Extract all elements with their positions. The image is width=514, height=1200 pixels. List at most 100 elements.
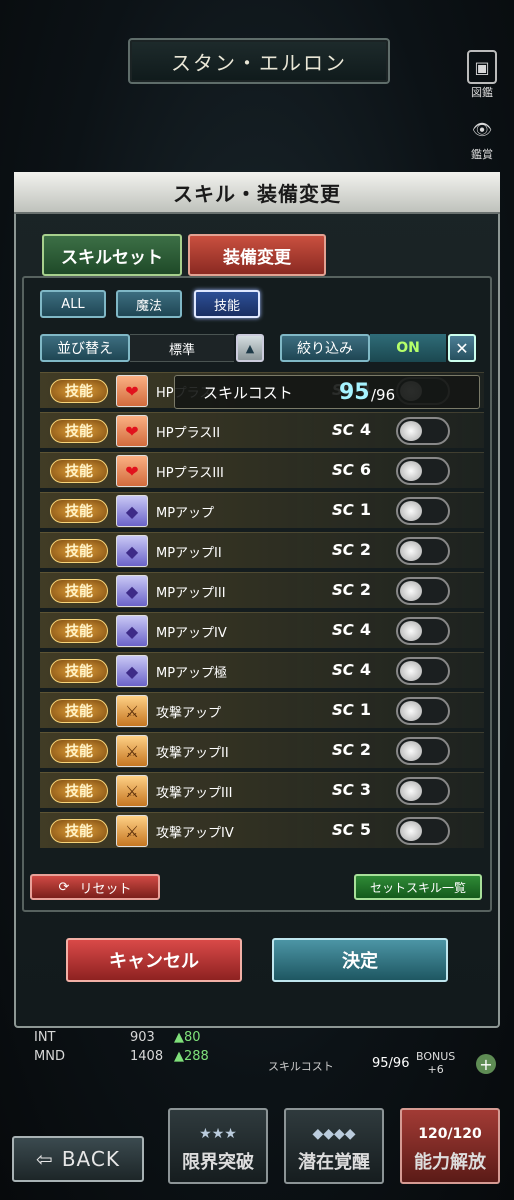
skill-name: 攻撃アップIII	[156, 786, 233, 801]
sc-label: SC	[332, 741, 354, 759]
toggle-knob	[400, 541, 422, 561]
noryoku-button[interactable]: 120/120 能力解放	[400, 1108, 500, 1184]
skill-name: HPプラスIII	[156, 466, 224, 481]
back-label: BACK	[61, 1147, 120, 1171]
skill-toggle[interactable]	[396, 537, 450, 565]
hp-skill-icon: ❤	[116, 415, 148, 447]
skill-row[interactable]: 技能 ⚔ 攻撃アップ SC 1	[40, 692, 484, 728]
skill-row[interactable]: 技能 ◆ MPアップIII SC 2	[40, 572, 484, 608]
skill-type-badge: 技能	[50, 819, 108, 843]
skill-name: HPプラスII	[156, 426, 221, 441]
reset-label: リセット	[79, 881, 132, 897]
tab-skillset[interactable]: スキルセット	[42, 234, 182, 276]
zukan-button[interactable]: ▣ 図鑑	[462, 50, 502, 100]
skill-cost: SC 2	[332, 540, 371, 559]
skill-cost: SC 6	[332, 460, 371, 479]
stars-icon: ★★★	[199, 1126, 237, 1142]
skill-row[interactable]: 技能 ◆ MPアップ極 SC 4	[40, 652, 484, 688]
skill-type-badge: 技能	[50, 379, 108, 403]
skill-cost: SC 4	[332, 620, 371, 639]
skill-row[interactable]: 技能 ⚔ 攻撃アップIII SC 3	[40, 772, 484, 808]
sort-value: 標準	[130, 334, 234, 362]
set-skill-list-button[interactable]: セットスキル一覧	[354, 874, 482, 900]
skill-cost-number: 2	[359, 540, 371, 559]
gems-icon: ◆◆◆◆	[312, 1126, 356, 1142]
filter-skill-button[interactable]: 技能	[194, 290, 260, 318]
skill-toggle[interactable]	[396, 457, 450, 485]
skill-type-badge: 技能	[50, 659, 108, 683]
skill-toggle[interactable]	[396, 577, 450, 605]
sc-label: SC	[332, 461, 354, 479]
narrow-button[interactable]: 絞り込み	[280, 334, 370, 362]
clear-narrow-button[interactable]: ✕	[448, 334, 476, 362]
back-arrow-icon: ⇦	[36, 1147, 54, 1171]
skill-type-badge: 技能	[50, 739, 108, 763]
senzai-label: 潜在覚醒	[298, 1152, 370, 1173]
kansho-button[interactable]: 👁 鑑賞	[462, 112, 502, 162]
skill-name: MPアップ	[156, 506, 215, 521]
skill-row[interactable]: 技能 ❤ HPプラスII SC 4	[40, 412, 484, 448]
filter-magic-button[interactable]: 魔法	[116, 290, 182, 318]
cancel-button[interactable]: キャンセル	[66, 938, 242, 982]
tab-equip[interactable]: 装備変更	[188, 234, 326, 276]
senzai-button[interactable]: ◆◆◆◆ 潜在覚醒	[284, 1108, 384, 1184]
skill-toggle[interactable]	[396, 617, 450, 645]
toggle-knob	[400, 661, 422, 681]
skill-row[interactable]: 技能 ⚔ 攻撃アップIV SC 5	[40, 812, 484, 848]
back-button[interactable]: ⇦ BACK	[12, 1136, 144, 1182]
atk-skill-icon: ⚔	[116, 695, 148, 727]
skill-toggle[interactable]	[396, 497, 450, 525]
skill-cost-number: 2	[359, 740, 371, 759]
skill-row[interactable]: 技能 ⚔ 攻撃アップII SC 2	[40, 732, 484, 768]
skill-cost: SC 5	[332, 820, 371, 839]
skill-toggle[interactable]	[396, 777, 450, 805]
genkai-button[interactable]: ★★★ 限界突破	[168, 1108, 268, 1184]
skill-cost-number: 4	[359, 620, 371, 639]
skill-type-badge: 技能	[50, 539, 108, 563]
skill-toggle[interactable]	[396, 417, 450, 445]
ok-button[interactable]: 決定	[272, 938, 448, 982]
toggle-knob	[400, 781, 422, 801]
toggle-knob	[400, 581, 422, 601]
skill-toggle[interactable]	[396, 817, 450, 845]
skill-toggle[interactable]	[396, 697, 450, 725]
atk-skill-icon: ⚔	[116, 735, 148, 767]
stat-mnd-label: MND	[34, 1049, 65, 1064]
plus-button[interactable]: +	[476, 1054, 496, 1074]
sort-button[interactable]: 並び替え	[40, 334, 130, 362]
skill-cost: SC 2	[332, 740, 371, 759]
reset-button[interactable]: ⟳ リセット	[30, 874, 160, 900]
skill-cost: SC 4	[332, 660, 371, 679]
narrow-value: ON	[370, 334, 446, 362]
sc-label: SC	[332, 701, 354, 719]
triangle-up-icon: ▲	[245, 341, 255, 355]
skill-row[interactable]: 技能 ❤ HPプラスIII SC 6	[40, 452, 484, 488]
skill-cost-number: 4	[359, 660, 371, 679]
noryoku-count: 120/120	[418, 1126, 482, 1142]
atk-skill-icon: ⚔	[116, 815, 148, 847]
hp-skill-icon: ❤	[116, 375, 148, 407]
mp-skill-icon: ◆	[116, 535, 148, 567]
skill-name: MPアップIII	[156, 586, 226, 601]
skill-row[interactable]: 技能 ◆ MPアップIV SC 4	[40, 612, 484, 648]
kansho-label: 鑑賞	[471, 148, 493, 161]
skill-cost-max: /96	[371, 386, 396, 404]
skill-cost-label: スキルコスト	[203, 383, 293, 402]
skill-toggle[interactable]	[396, 657, 450, 685]
book-icon: ▣	[467, 50, 497, 84]
toggle-knob	[400, 421, 422, 441]
skill-toggle[interactable]	[396, 737, 450, 765]
sc-label: SC	[332, 501, 354, 519]
skill-row[interactable]: 技能 ◆ MPアップII SC 2	[40, 532, 484, 568]
close-icon: ✕	[455, 338, 469, 358]
skill-type-badge: 技能	[50, 419, 108, 443]
sort-order-button[interactable]: ▲	[236, 334, 264, 362]
sc-label: SC	[332, 541, 354, 559]
filter-all-button[interactable]: ALL	[40, 290, 106, 318]
skill-name: MPアップIV	[156, 626, 227, 641]
skill-cost: SC 4	[332, 420, 371, 439]
stat-int: INT 903 ▲80	[34, 1030, 201, 1045]
skill-cost-number: 3	[359, 780, 371, 799]
skill-row[interactable]: 技能 ◆ MPアップ SC 1	[40, 492, 484, 528]
bonus-value: +6	[427, 1063, 444, 1076]
